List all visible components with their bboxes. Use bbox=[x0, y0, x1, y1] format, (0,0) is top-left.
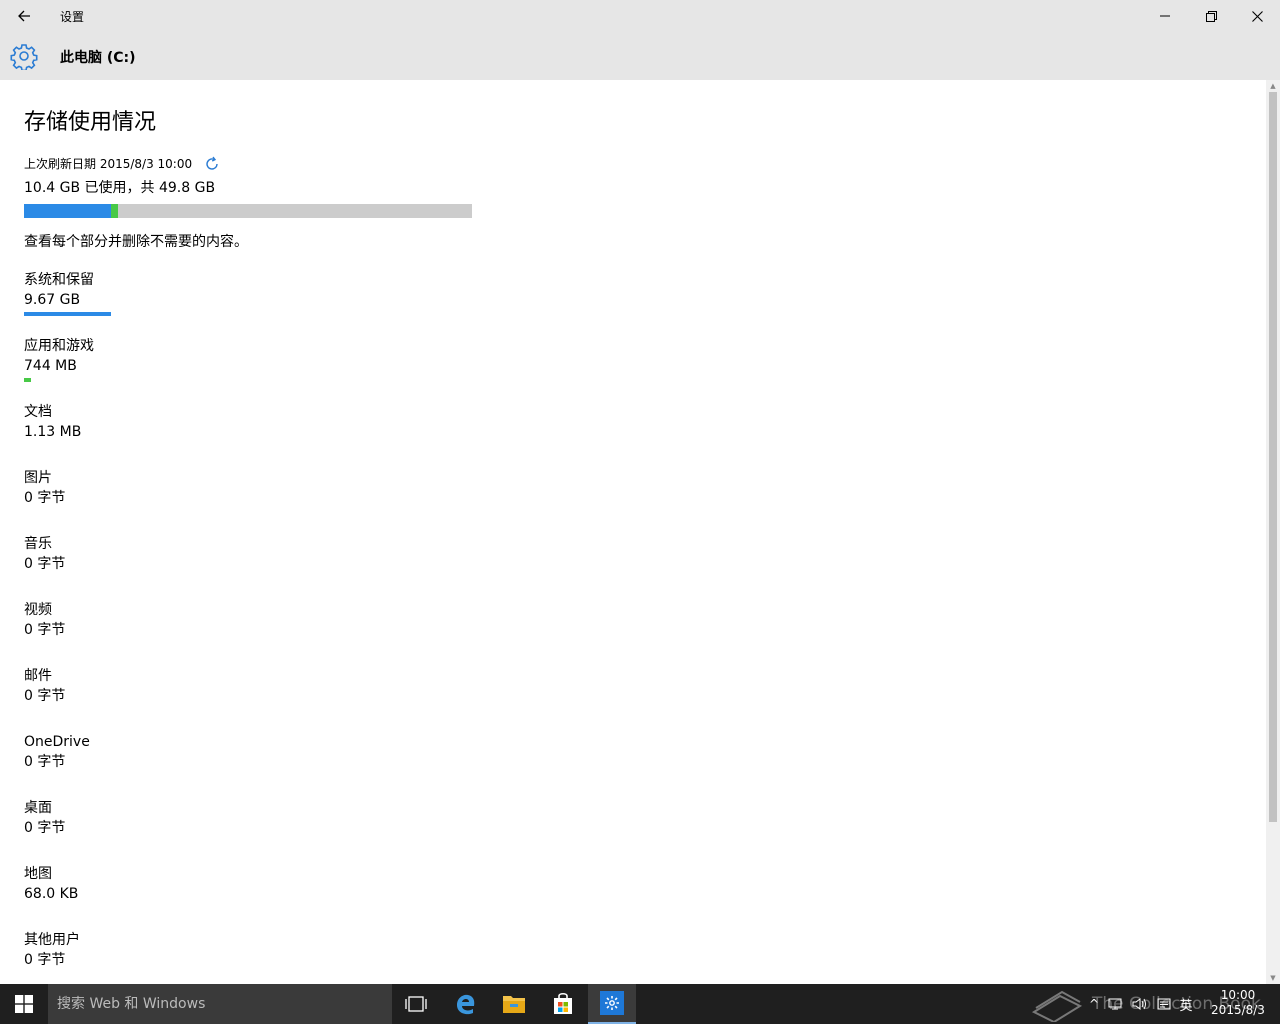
refresh-icon[interactable] bbox=[204, 156, 220, 172]
system-tray: ^ 英 bbox=[1086, 984, 1196, 1024]
category-size: 0 字节 bbox=[24, 820, 66, 836]
gear-icon bbox=[10, 42, 38, 72]
category-item[interactable]: 地图 68.0 KB bbox=[24, 864, 424, 924]
edge-browser-button[interactable] bbox=[442, 984, 490, 1024]
category-size: 68.0 KB bbox=[24, 886, 79, 902]
category-name: 视频 bbox=[24, 602, 52, 618]
scrollbar-thumb[interactable] bbox=[1269, 92, 1277, 822]
category-size: 9.67 GB bbox=[24, 292, 81, 308]
book-watermark-icon bbox=[1031, 990, 1083, 1022]
close-icon bbox=[1251, 10, 1263, 22]
title-bar: 设置 bbox=[0, 0, 1280, 32]
category-item[interactable]: 邮件 0 字节 bbox=[24, 666, 424, 726]
folder-icon bbox=[503, 996, 525, 1013]
store-bag-icon bbox=[554, 992, 572, 1014]
task-view-button[interactable] bbox=[392, 984, 440, 1024]
category-usage-bar bbox=[24, 312, 111, 316]
show-hidden-icons-chevron-icon[interactable]: ^ bbox=[1086, 997, 1102, 1011]
restore-button[interactable] bbox=[1188, 0, 1234, 32]
usage-bar-apps-segment bbox=[111, 204, 118, 218]
usage-bar-system-segment bbox=[24, 204, 111, 218]
category-item[interactable]: OneDrive 0 字节 bbox=[24, 732, 424, 792]
page-title: 存储使用情况 bbox=[24, 110, 157, 135]
category-item[interactable]: 视频 0 字节 bbox=[24, 600, 424, 660]
edge-icon bbox=[457, 994, 475, 1015]
category-item[interactable]: 图片 0 字节 bbox=[24, 468, 424, 528]
category-item[interactable]: 其他用户 0 字节 bbox=[24, 930, 424, 984]
category-size: 0 字节 bbox=[24, 952, 66, 968]
taskbar-search-box[interactable]: 搜索 Web 和 Windows bbox=[48, 984, 392, 1024]
category-size: 0 字节 bbox=[24, 556, 66, 572]
taskbar-clock[interactable]: 10:00 2015/8/3 bbox=[1208, 988, 1268, 1018]
category-size: 0 字节 bbox=[24, 622, 66, 638]
category-item[interactable]: 文档 1.13 MB bbox=[24, 402, 424, 462]
category-name: 邮件 bbox=[24, 668, 52, 684]
back-button[interactable] bbox=[8, 4, 40, 28]
page-header: 此电脑 (C:) bbox=[0, 32, 1280, 80]
category-name: 音乐 bbox=[24, 536, 52, 552]
category-name: 桌面 bbox=[24, 800, 52, 816]
network-icon[interactable] bbox=[1102, 998, 1128, 1010]
taskbar: 搜索 Web 和 Windows The Collection Book ^ 英… bbox=[0, 984, 1280, 1024]
store-button[interactable] bbox=[539, 984, 587, 1024]
vertical-scrollbar[interactable]: ▲ ▼ bbox=[1266, 80, 1280, 984]
minimize-icon bbox=[1160, 15, 1170, 17]
clock-date: 2015/8/3 bbox=[1211, 1003, 1265, 1017]
volume-icon[interactable] bbox=[1128, 998, 1152, 1010]
windows-logo-icon bbox=[15, 995, 33, 1013]
window-title: 设置 bbox=[60, 10, 85, 24]
category-name: 系统和保留 bbox=[24, 272, 94, 288]
category-item[interactable]: 音乐 0 字节 bbox=[24, 534, 424, 594]
category-name: 地图 bbox=[24, 866, 52, 882]
category-name: 文档 bbox=[24, 404, 52, 420]
scroll-down-arrow-icon[interactable]: ▼ bbox=[1269, 974, 1277, 982]
file-explorer-button[interactable] bbox=[490, 984, 538, 1024]
scroll-up-arrow-icon[interactable]: ▲ bbox=[1269, 82, 1277, 90]
category-size: 744 MB bbox=[24, 358, 77, 374]
last-refresh-text: 上次刷新日期 2015/8/3 10:00 bbox=[24, 157, 193, 171]
minimize-button[interactable] bbox=[1142, 0, 1188, 32]
task-view-icon bbox=[405, 996, 427, 1012]
restore-icon bbox=[1205, 10, 1217, 22]
category-size: 0 字节 bbox=[24, 490, 66, 506]
category-item[interactable]: 应用和游戏 744 MB bbox=[24, 336, 424, 396]
instruction-text: 查看每个部分并删除不需要的内容。 bbox=[24, 234, 248, 250]
category-size: 0 字节 bbox=[24, 688, 66, 704]
start-button[interactable] bbox=[0, 984, 48, 1024]
drive-title: 此电脑 (C:) bbox=[60, 50, 136, 66]
usage-summary: 10.4 GB 已使用，共 49.8 GB bbox=[24, 180, 216, 196]
category-size: 0 字节 bbox=[24, 754, 66, 770]
category-name: 应用和游戏 bbox=[24, 338, 94, 354]
category-usage-bar bbox=[24, 378, 31, 382]
close-button[interactable] bbox=[1234, 0, 1280, 32]
settings-taskbar-button[interactable] bbox=[588, 984, 636, 1024]
input-language-indicator[interactable]: 英 bbox=[1176, 995, 1196, 1014]
category-name: 图片 bbox=[24, 470, 52, 486]
storage-content: 存储使用情况 上次刷新日期 2015/8/3 10:00 10.4 GB 已使用… bbox=[0, 80, 1266, 984]
category-item[interactable]: 桌面 0 字节 bbox=[24, 798, 424, 858]
usage-bar bbox=[24, 204, 472, 218]
refresh-row: 上次刷新日期 2015/8/3 10:00 bbox=[24, 155, 220, 172]
settings-gear-icon bbox=[600, 991, 624, 1015]
category-name: OneDrive bbox=[24, 734, 90, 750]
category-name: 其他用户 bbox=[24, 932, 80, 948]
back-arrow-icon bbox=[18, 10, 30, 22]
clock-time: 10:00 bbox=[1220, 988, 1256, 1002]
category-item[interactable]: 系统和保留 9.67 GB bbox=[24, 270, 424, 330]
category-size: 1.13 MB bbox=[24, 424, 82, 440]
action-center-icon[interactable] bbox=[1152, 998, 1176, 1010]
